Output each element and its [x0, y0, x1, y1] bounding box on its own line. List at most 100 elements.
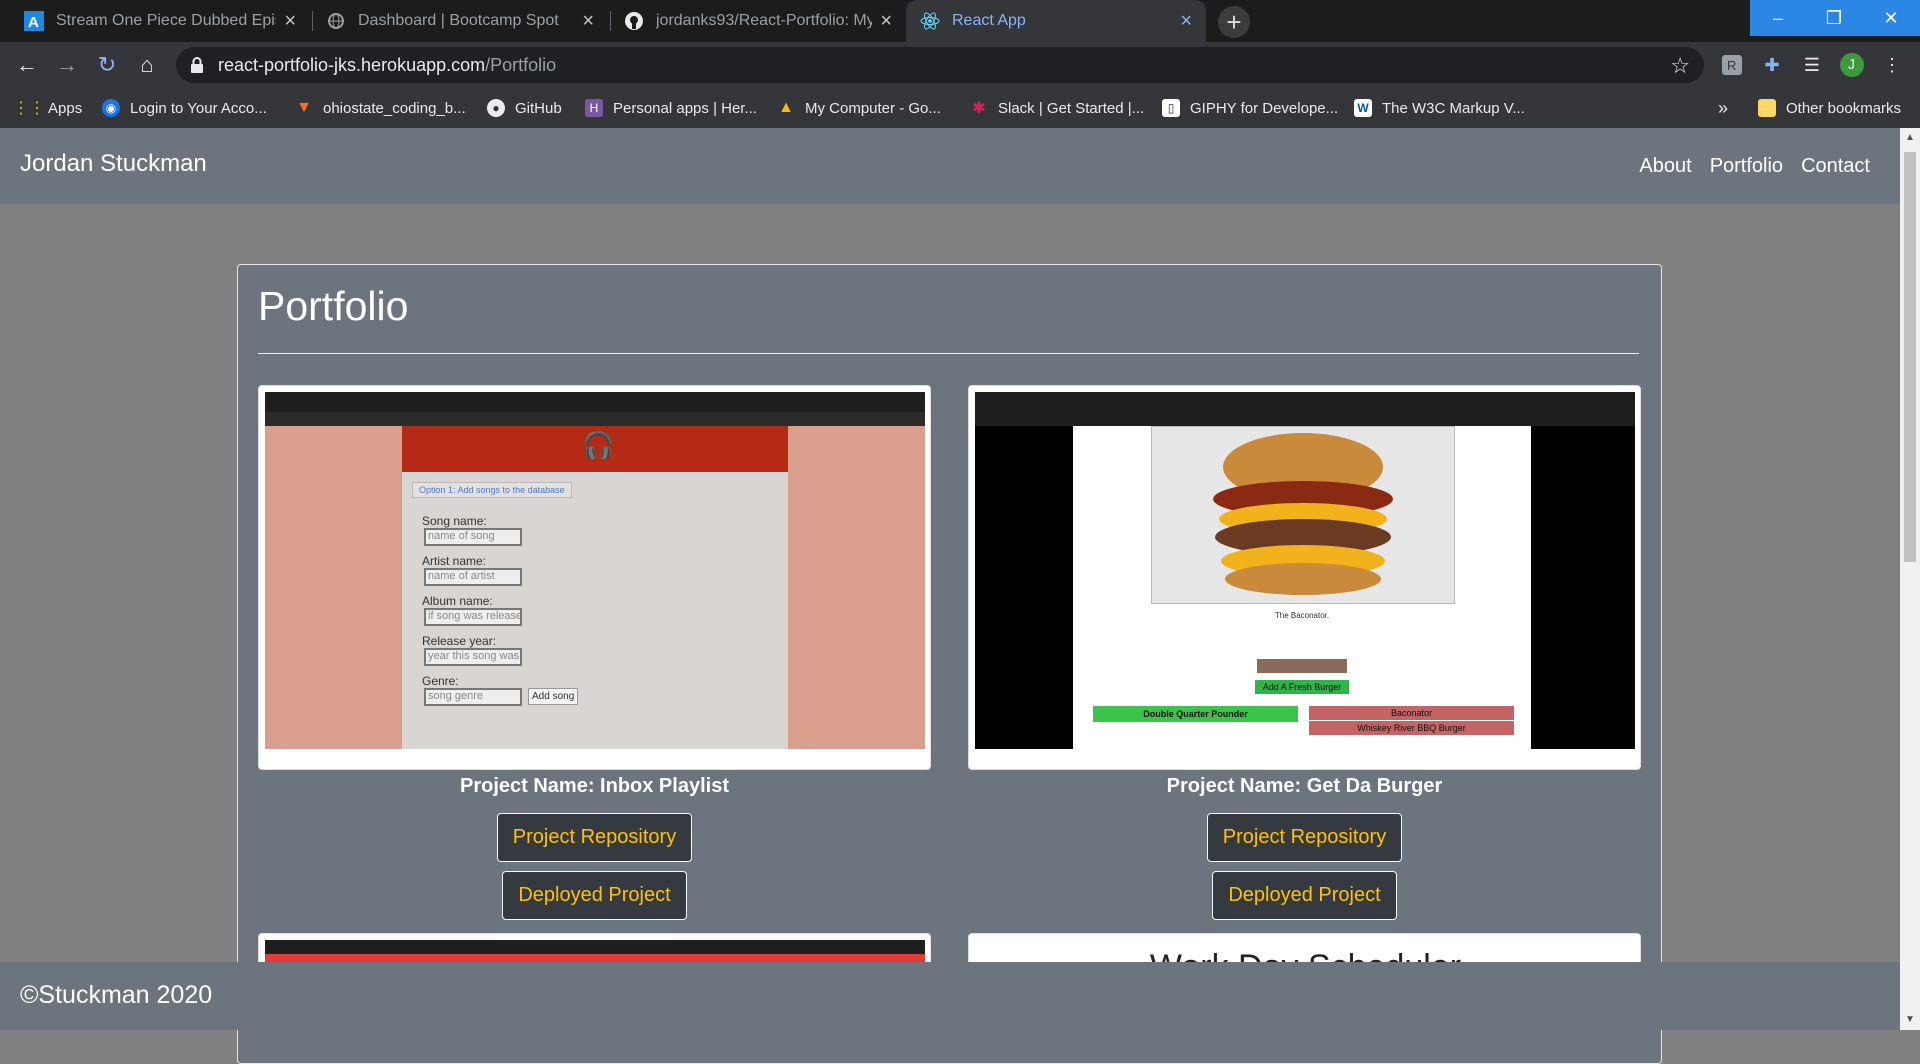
mini-field-label: Release year:: [422, 634, 497, 648]
bookmark-w3c[interactable]: W The W3C Markup V...: [1354, 88, 1525, 128]
project-screenshot[interactable]: 🎧 Option 1: Add songs to the database So…: [265, 392, 925, 749]
tab-label: Dashboard | Bootcamp Spot: [358, 12, 559, 29]
mini-field-label: Song name:: [422, 514, 487, 528]
bookmark-giphy[interactable]: ▯ GIPHY for Develope...: [1162, 88, 1338, 128]
menu-kebab-icon[interactable]: ⋮: [1880, 53, 1904, 77]
nav-link-portfolio[interactable]: Portfolio: [1710, 155, 1783, 178]
bookmarks-bar: ⋮⋮ Apps ◉ Login to Your Acco... ▼ ohiostate…: [0, 88, 1920, 129]
page-scrollbar[interactable]: ▲ ▼: [1900, 128, 1920, 1030]
nav-links: About Portfolio Contact: [1639, 155, 1870, 178]
bookmark-star-icon[interactable]: ☆: [1670, 53, 1690, 79]
bookmark-slack[interactable]: ✱ Slack | Get Started |...: [970, 88, 1144, 128]
forward-button[interactable]: →: [52, 50, 82, 80]
portfolio-card: Portfolio 🎧 Option 1: Add songs to the d…: [237, 264, 1662, 1064]
project-screenshot[interactable]: The Baconator. Add A Fresh Burger Double…: [975, 392, 1635, 749]
new-tab-button[interactable]: +: [1218, 6, 1250, 38]
bookmark-label: Slack | Get Started |...: [998, 99, 1145, 117]
tab-label: jordanks93/React-Portfolio: My p: [656, 12, 873, 29]
scroll-down-icon[interactable]: ▼: [1905, 1014, 1915, 1025]
svg-text:A: A: [28, 14, 39, 31]
mini-browser-bar: [975, 392, 1635, 426]
mini-field-label: Genre:: [422, 674, 459, 688]
profile-initial: J: [1848, 56, 1855, 72]
gitlab-icon: ▼: [296, 99, 312, 116]
bookmark-label: The W3C Markup V...: [1382, 99, 1525, 117]
browser-tab-strip: A Stream One Piece Dubbed Episo × Dashbo…: [0, 0, 1920, 42]
bookmark-github[interactable]: ● GitHub: [487, 88, 562, 128]
mini-input: song genre: [424, 688, 522, 706]
mini-add-button: Add song: [528, 688, 579, 705]
bookmark-label: ohiostate_coding_b...: [323, 99, 466, 117]
back-button[interactable]: ←: [12, 50, 42, 80]
profile-avatar[interactable]: J: [1840, 53, 1864, 77]
mini-page: The Baconator. Add A Fresh Burger Double…: [1073, 426, 1531, 749]
media-control-icon[interactable]: ☰: [1800, 53, 1824, 77]
bookmark-label: My Computer - Go...: [805, 99, 941, 117]
bookmark-gitlab[interactable]: ▼ ohiostate_coding_b...: [295, 88, 466, 128]
mini-input: name of song: [424, 528, 522, 546]
bookmarks-overflow-button[interactable]: »: [1718, 88, 1728, 128]
tab-label: React App: [952, 12, 1026, 29]
w3c-icon: W: [1354, 99, 1372, 117]
bookmark-label: Personal apps | Her...: [613, 99, 757, 117]
bookmark-google-drive[interactable]: ▲ My Computer - Go...: [777, 88, 941, 128]
mini-add-burger-button: Add A Fresh Burger: [1255, 680, 1349, 694]
svg-text:R: R: [1727, 58, 1736, 73]
site-brand[interactable]: Jordan Stuckman: [20, 150, 207, 178]
page-title: Portfolio: [258, 283, 409, 329]
puzzle-extensions-icon[interactable]: ✚: [1760, 53, 1784, 77]
lock-icon: [191, 57, 203, 73]
apps-grid-icon: ⋮⋮: [13, 100, 45, 117]
mini-caption: The Baconator.: [1274, 611, 1330, 620]
close-window-button[interactable]: ✕: [1862, 0, 1920, 36]
project-thumbnail-inbox-playlist: 🎧 Option 1: Add songs to the database So…: [258, 385, 931, 770]
mini-toolbar: [265, 412, 925, 426]
anime-a-icon: A: [24, 11, 44, 31]
restore-button[interactable]: ❐: [1806, 0, 1862, 36]
browser-toolbar: ← → ↻ ⌂ react-portfolio-jks.herokuapp.co…: [0, 42, 1920, 88]
tab-bootcamp-spot[interactable]: Dashboard | Bootcamp Spot ×: [312, 0, 608, 42]
bookmark-apps[interactable]: ⋮⋮ Apps: [13, 88, 83, 128]
extension-icon[interactable]: R: [1720, 53, 1744, 77]
nav-link-contact[interactable]: Contact: [1801, 155, 1870, 178]
scroll-up-icon[interactable]: ▲: [1905, 132, 1915, 143]
github-icon: [624, 11, 644, 31]
google-drive-icon: ▲: [778, 99, 794, 116]
project-repository-button[interactable]: Project Repository: [497, 813, 692, 862]
address-bar[interactable]: react-portfolio-jks.herokuapp.com/Portfo…: [176, 47, 1704, 83]
globe-icon: [326, 11, 346, 31]
nav-link-about[interactable]: About: [1639, 155, 1691, 178]
url-host: react-portfolio-jks.herokuapp.com: [218, 54, 486, 75]
home-button[interactable]: ⌂: [132, 50, 162, 80]
close-icon[interactable]: ×: [582, 10, 594, 33]
mini-form: Option 1: Add songs to the database Song…: [402, 472, 788, 749]
mini-input: year this song was rele: [424, 648, 522, 666]
mini-burger-right: Whiskey River BBQ Burger: [1309, 721, 1514, 735]
tab-one-piece[interactable]: A Stream One Piece Dubbed Episo ×: [10, 0, 310, 42]
close-icon[interactable]: ×: [1180, 10, 1192, 33]
overflow-chevron-icon: »: [1718, 97, 1729, 118]
close-icon[interactable]: ×: [880, 10, 892, 33]
project-name: Project Name: Inbox Playlist: [460, 775, 729, 797]
react-icon: [920, 11, 940, 31]
slack-icon: ✱: [972, 100, 986, 117]
minimize-button[interactable]: –: [1750, 0, 1806, 36]
scrollbar-thumb[interactable]: [1904, 152, 1916, 562]
burger-illustration: [1213, 433, 1393, 595]
tab-github-repo[interactable]: jordanks93/React-Portfolio: My p ×: [610, 0, 906, 42]
deployed-project-button[interactable]: Deployed Project: [502, 871, 687, 920]
project-repository-button[interactable]: Project Repository: [1207, 813, 1402, 862]
bookmark-heroku[interactable]: H Personal apps | Her...: [585, 88, 757, 128]
mini-input: if song was released on: [424, 608, 522, 626]
tab-react-app[interactable]: React App ×: [906, 0, 1206, 42]
mini-input: name of artist: [424, 568, 522, 586]
bookmark-login[interactable]: ◉ Login to Your Acco...: [102, 88, 267, 128]
deployed-project-button[interactable]: Deployed Project: [1212, 871, 1397, 920]
divider: [258, 353, 1639, 354]
project-thumbnail-get-da-burger: The Baconator. Add A Fresh Burger Double…: [968, 385, 1641, 770]
close-icon[interactable]: ×: [284, 10, 296, 33]
bookmark-label: Apps: [48, 99, 83, 117]
url-path: /Portfolio: [485, 54, 557, 75]
other-bookmarks[interactable]: Other bookmarks: [1758, 88, 1901, 128]
reload-button[interactable]: ↻: [92, 50, 122, 80]
